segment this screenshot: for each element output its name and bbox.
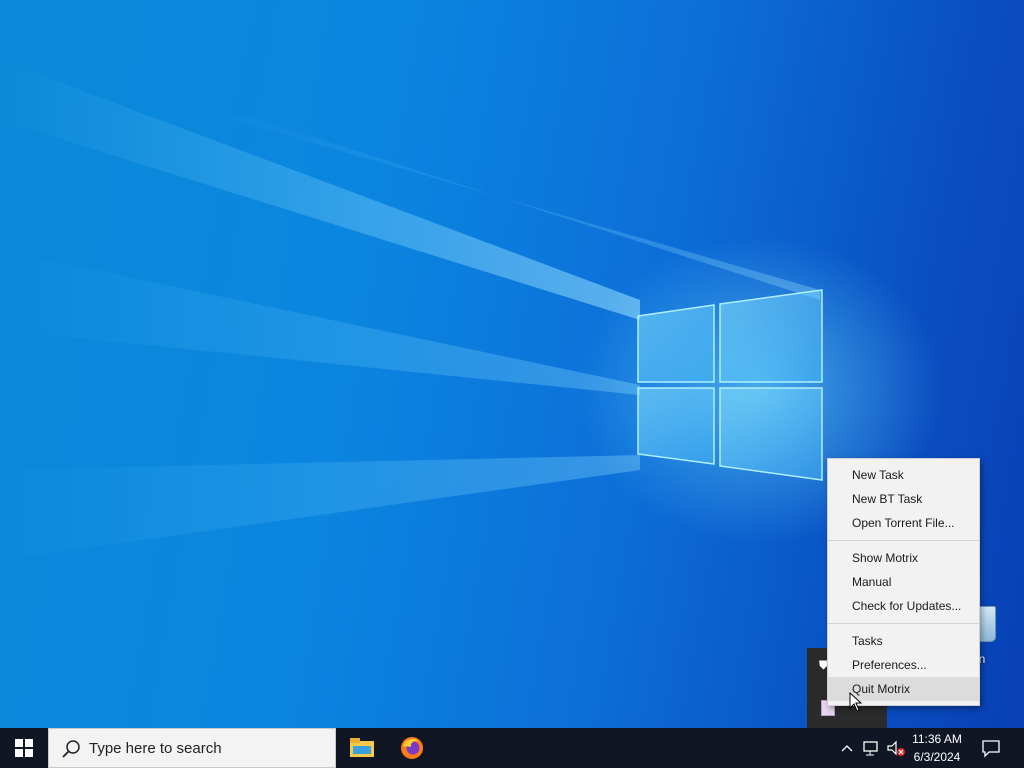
mouse-cursor-icon: [849, 692, 863, 712]
menu-item-show-motrix[interactable]: Show Motrix: [828, 546, 979, 570]
chevron-up-icon[interactable]: [838, 738, 856, 758]
taskbar-clock[interactable]: 11:36 AM 6/3/2024: [906, 730, 968, 766]
windows-logo: [637, 289, 823, 481]
taskbar: Type here to search 11:36 AM 6/3/2024: [0, 728, 1024, 768]
menu-item-tasks[interactable]: Tasks: [828, 629, 979, 653]
menu-item-check-for-updates[interactable]: Check for Updates...: [828, 594, 979, 618]
menu-item-new-bt-task[interactable]: New BT Task: [828, 487, 979, 511]
network-icon[interactable]: [862, 738, 880, 758]
menu-separator: [828, 623, 979, 624]
desktop[interactable]: e Bin ⛊ New Task New BT Task Open Torren…: [0, 0, 1024, 728]
clock-time: 11:36 AM: [912, 732, 962, 746]
clock-date: 6/3/2024: [913, 750, 961, 764]
menu-item-open-torrent-file[interactable]: Open Torrent File...: [828, 511, 979, 535]
action-center-icon[interactable]: [980, 738, 1002, 758]
motrix-context-menu: New Task New BT Task Open Torrent File..…: [827, 458, 980, 706]
menu-item-new-task[interactable]: New Task: [828, 463, 979, 487]
menu-item-preferences[interactable]: Preferences...: [828, 653, 979, 677]
volume-muted-icon[interactable]: [886, 738, 905, 758]
system-tray: 11:36 AM 6/3/2024: [0, 728, 1024, 768]
menu-separator: [828, 540, 979, 541]
menu-item-manual[interactable]: Manual: [828, 570, 979, 594]
